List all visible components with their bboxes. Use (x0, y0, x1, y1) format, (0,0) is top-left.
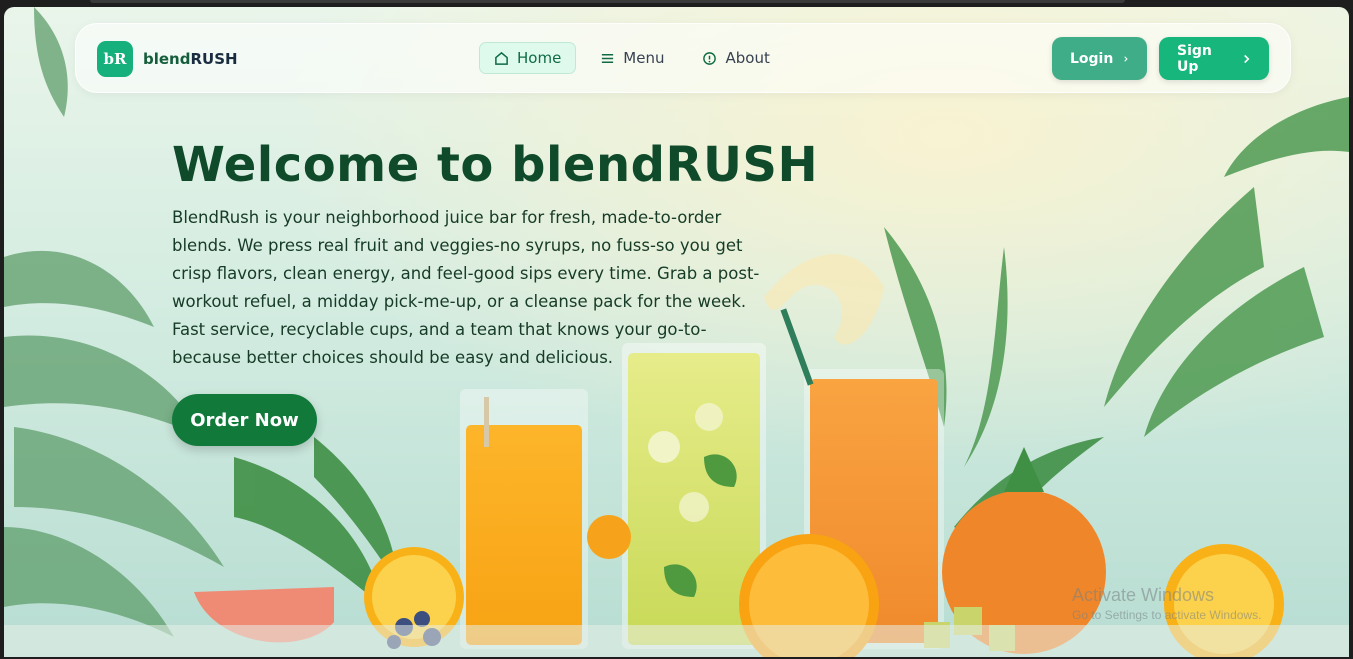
brand-name: blendRUSH (143, 50, 238, 68)
brand-name-part2: RUSH (190, 50, 238, 68)
hero-title: Welcome to blendRUSH (172, 137, 819, 193)
top-navbar: bR blendRUSH Home Menu About Login Sign … (75, 23, 1291, 93)
activate-windows-watermark: Activate Windows Go to Settings to activ… (1072, 585, 1261, 622)
login-label: Login (1070, 50, 1114, 67)
watermark-title: Activate Windows (1072, 585, 1215, 605)
watermark-subtitle: Go to Settings to activate Windows. (1072, 608, 1262, 622)
info-icon (703, 51, 717, 65)
nav-item-label: Menu (623, 49, 665, 67)
order-now-button[interactable]: Order Now (172, 394, 317, 446)
hero-description: BlendRush is your neighborhood juice bar… (172, 208, 760, 367)
nav-item-about[interactable]: About (688, 42, 783, 74)
brand-name-part1: blend (143, 50, 191, 68)
orange-juice-glass (460, 389, 588, 649)
signup-button[interactable]: Sign Up (1159, 37, 1269, 80)
nav-item-menu[interactable]: Menu (586, 42, 678, 74)
window-top-edge (0, 0, 1353, 7)
page-viewport: bR blendRUSH Home Menu About Login Sign … (4, 7, 1349, 657)
chevron-right-icon (1124, 55, 1129, 62)
chevron-right-icon (1244, 54, 1250, 63)
signup-label: Sign Up (1177, 42, 1212, 75)
tab-strip (90, 0, 1125, 3)
nav-item-label: About (725, 49, 770, 67)
brand-logo[interactable]: bR blendRUSH (97, 41, 238, 77)
nav-item-label: Home (517, 49, 562, 67)
menu-icon (602, 53, 614, 63)
logo-badge: bR (97, 41, 133, 77)
nav-item-home[interactable]: Home (479, 42, 577, 74)
nav-links: Home Menu About (479, 42, 784, 74)
login-button[interactable]: Login (1052, 37, 1147, 80)
auth-buttons: Login Sign Up (1052, 37, 1269, 80)
table-surface (4, 625, 1349, 657)
home-icon (495, 51, 508, 65)
